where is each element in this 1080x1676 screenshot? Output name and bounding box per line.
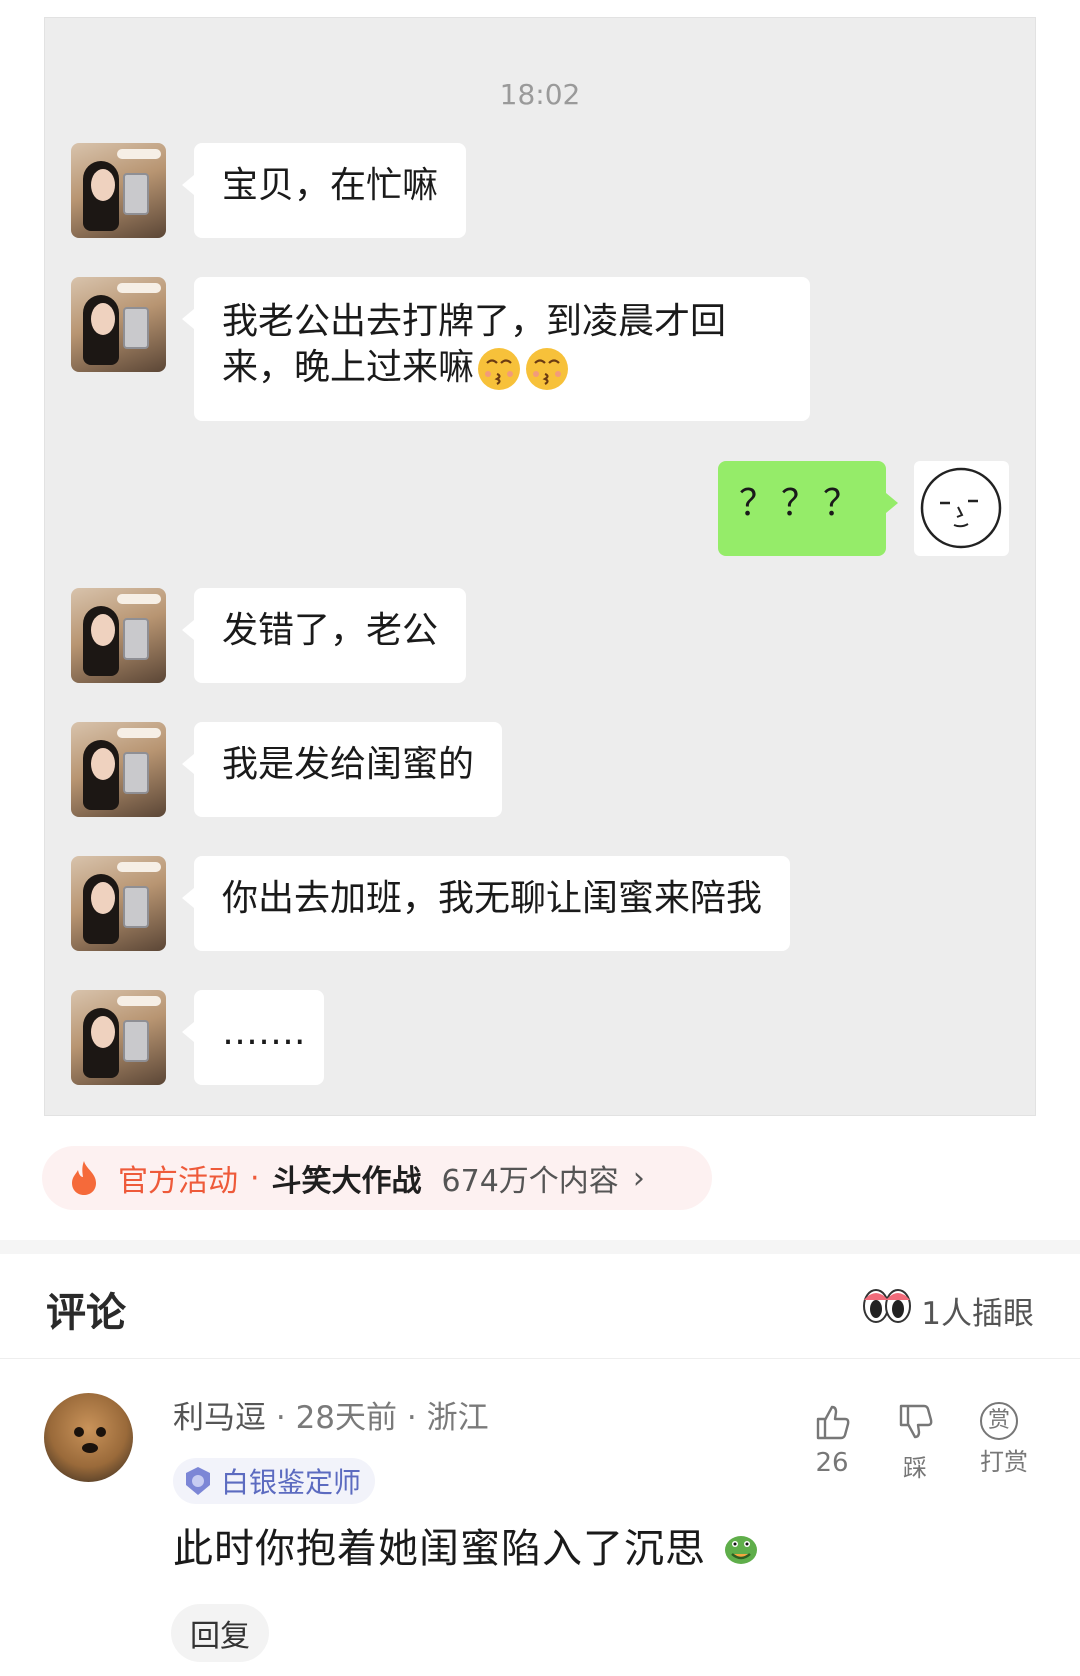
message-bubble: 我是发给闺蜜的: [181, 722, 503, 817]
reply-button[interactable]: 回复: [171, 1604, 269, 1662]
chat-message: 我老公出去打牌了，到凌晨才回 来，晚上过来嘛: [71, 277, 810, 421]
doodle-face-icon: [920, 467, 1002, 549]
reward-button[interactable]: 赏 打赏: [980, 1402, 1028, 1477]
chat-message-outgoing: ？？？: [718, 461, 1009, 556]
chevron-right-icon: ›: [632, 1160, 645, 1196]
contact-avatar: [71, 143, 166, 238]
message-bubble: ？？？: [718, 461, 898, 556]
activity-count: 674万个内容: [441, 1164, 619, 1199]
message-line: 来，晚上过来嘛: [222, 345, 782, 392]
contact-avatar: [71, 990, 166, 1085]
chat-message: …….: [71, 990, 324, 1085]
chat-screenshot: 18:02 宝贝，在忙嘛 我老公出去打牌了，到凌晨才回 来，晚上过来嘛 ？？？ …: [44, 17, 1036, 1116]
chat-message: 发错了，老公: [71, 588, 467, 683]
thumbs-up-icon: [816, 1405, 850, 1440]
message-bubble: 你出去加班，我无聊让闺蜜来陪我: [181, 856, 791, 951]
message-line: 我老公出去打牌了，到凌晨才回: [222, 301, 727, 342]
comment-text: 此时你抱着她闺蜜陷入了沉思: [173, 1516, 762, 1574]
chat-message: 我是发给闺蜜的: [71, 722, 503, 817]
user-badge[interactable]: 白银鉴定师: [173, 1458, 376, 1504]
thumbs-down-icon: [899, 1404, 933, 1439]
badge-shield-icon: [186, 1467, 210, 1495]
reward-label: 打赏: [980, 1448, 1028, 1476]
commenter-avatar[interactable]: [44, 1393, 133, 1482]
message-bubble: 我老公出去打牌了，到凌晨才回 来，晚上过来嘛: [182, 277, 810, 421]
peek-eyes-icon[interactable]: [862, 1286, 912, 1324]
message-bubble: 宝贝，在忙嘛: [181, 143, 467, 238]
like-button[interactable]: 26: [812, 1402, 852, 1478]
activity-tag: 官方活动: [118, 1164, 238, 1199]
chat-message: 宝贝，在忙嘛: [71, 143, 467, 238]
comment-meta: 利马逗 · 28天前 · 浙江: [173, 1392, 489, 1437]
contact-avatar: [71, 856, 166, 951]
kissing-face-icon: [526, 348, 569, 390]
activity-name: 斗笑大作战: [271, 1164, 422, 1199]
flame-icon: [72, 1161, 96, 1195]
badge-label: 白银鉴定师: [221, 1466, 362, 1499]
message-bubble: 发错了，老公: [181, 588, 467, 683]
chat-message: 你出去加班，我无聊让闺蜜来陪我: [71, 856, 791, 951]
reward-icon: 赏: [980, 1402, 1018, 1440]
chat-timestamp: 18:02: [499, 78, 581, 111]
turtle-emoji-icon: [724, 1536, 757, 1564]
like-count: 26: [815, 1448, 849, 1478]
activity-banner[interactable]: 官方活动 · 斗笑大作战 674万个内容 ›: [42, 1146, 712, 1210]
user-avatar: [914, 461, 1009, 556]
contact-avatar: [71, 277, 166, 372]
message-bubble: …….: [182, 990, 324, 1085]
kissing-face-icon: [478, 348, 521, 390]
section-divider: [0, 1240, 1080, 1254]
dislike-label: 踩: [903, 1454, 927, 1482]
peek-count[interactable]: 1人插眼: [921, 1288, 1034, 1333]
contact-avatar: [71, 588, 166, 683]
message-text: 来，晚上过来嘛: [222, 347, 475, 388]
dislike-button[interactable]: 踩: [895, 1402, 935, 1483]
comments-title: 评论: [46, 1290, 126, 1336]
comments-header: 评论 1人插眼: [0, 1254, 1080, 1359]
contact-avatar: [71, 722, 166, 817]
comment-time-location: · 28天前 · 浙江: [275, 1400, 489, 1436]
comment-body: 此时你抱着她闺蜜陷入了沉思: [173, 1526, 706, 1572]
activity-separator: ·: [250, 1160, 260, 1196]
commenter-name[interactable]: 利马逗: [173, 1400, 266, 1436]
